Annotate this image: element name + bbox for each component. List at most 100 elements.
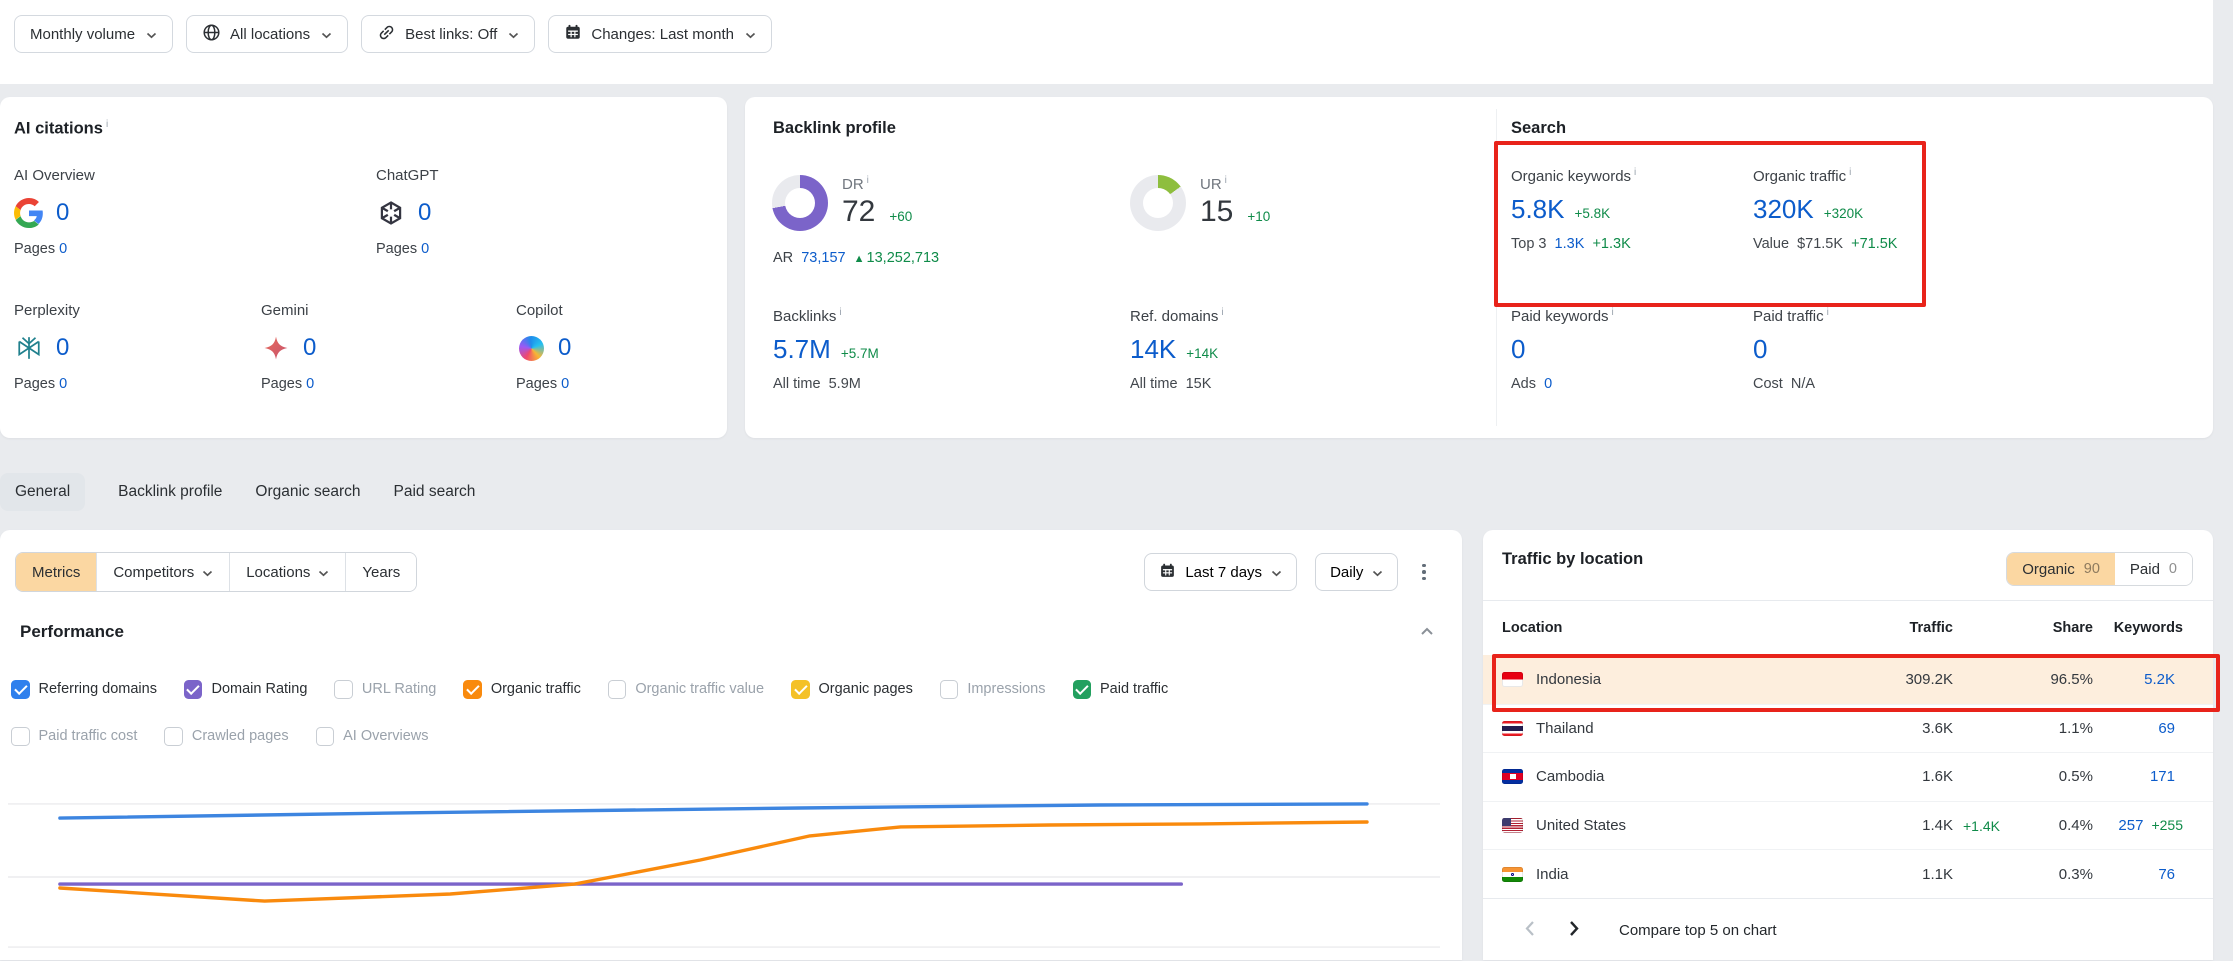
changes-dropdown[interactable]: Changes: Last month — [548, 15, 772, 53]
next-page-icon[interactable] — [1563, 914, 1585, 946]
best-links-label: Best links: Off — [405, 26, 497, 43]
globe-icon — [202, 23, 221, 46]
ai-citations-count[interactable]: 0 — [418, 199, 431, 227]
traffic-value-delta: +71.5K — [1851, 236, 1897, 252]
checkbox-icon — [184, 680, 203, 699]
metric-checkbox[interactable]: URL Rating — [334, 680, 436, 699]
tab-general[interactable]: General — [0, 473, 85, 511]
backlinks-value[interactable]: 5.7M — [773, 335, 831, 364]
toggle-organic[interactable]: Organic 90 — [2007, 553, 2115, 585]
metric-checkbox-label: Organic traffic — [491, 681, 581, 697]
tab-backlink-profile[interactable]: Backlink profile — [118, 473, 222, 511]
date-range-dropdown[interactable]: Last 7 days — [1144, 553, 1297, 591]
location-table-row[interactable]: Thailand 3.6K 1.1% 69 — [1483, 704, 2213, 753]
chevron-down-icon — [1271, 564, 1282, 581]
paid-keywords-value[interactable]: 0 — [1511, 335, 1525, 364]
metric-checkbox[interactable]: Organic traffic value — [608, 680, 764, 699]
pages-count[interactable]: 0 — [59, 241, 67, 257]
location-table-row[interactable]: United States 1.4K +1.4K 0.4% 257+255 — [1483, 801, 2213, 850]
traffic-value: 1.4K — [1857, 817, 1953, 834]
segment-metrics[interactable]: Metrics — [16, 553, 96, 591]
best-links-dropdown[interactable]: Best links: Off — [361, 15, 535, 53]
ai-citation-copilot: Copilot 0 Pages 0 — [516, 302, 736, 392]
ai-citations-count[interactable]: 0 — [558, 334, 571, 362]
segment-locations[interactable]: Locations — [229, 553, 345, 591]
location-name: United States — [1536, 817, 1626, 834]
metric-checkbox[interactable]: Crawled pages — [164, 727, 288, 746]
locations-label: All locations — [230, 26, 310, 43]
backlink-search-panel: Backlink profile DRi 72 +60 AR 73,157 ▲1… — [745, 97, 2213, 438]
ads-value[interactable]: 0 — [1544, 376, 1552, 392]
metric-checkbox-label: Organic pages — [819, 681, 913, 697]
gemini-icon — [261, 333, 291, 363]
paid-traffic-value[interactable]: 0 — [1753, 335, 1767, 364]
location-table-row[interactable]: Cambodia 1.6K 0.5% 171 — [1483, 752, 2213, 801]
metric-checkbox[interactable]: AI Overviews — [316, 727, 429, 746]
date-range-label: Last 7 days — [1185, 564, 1262, 581]
cost-label: Cost — [1753, 376, 1783, 392]
organic-traffic-value[interactable]: 320K — [1753, 195, 1814, 224]
ai-citations-count[interactable]: 0 — [56, 199, 69, 227]
ai-citations-count[interactable]: 0 — [303, 334, 316, 362]
prev-page-icon[interactable] — [1519, 914, 1541, 946]
pages-count[interactable]: 0 — [306, 376, 314, 392]
chart-mode-segmented-control: Metrics Competitors Locations Years — [15, 552, 417, 592]
metric-checkbox[interactable]: Domain Rating — [184, 680, 307, 699]
location-table-row[interactable]: Indonesia 309.2K 96.5% 5.2K — [1483, 655, 2213, 704]
pages-count[interactable]: 0 — [421, 241, 429, 257]
organic-traffic-delta: +320K — [1824, 206, 1863, 221]
kebab-menu-icon[interactable] — [1416, 558, 1432, 587]
segment-competitors[interactable]: Competitors — [96, 553, 229, 591]
checkbox-icon — [316, 727, 335, 746]
country-flag-icon — [1502, 721, 1523, 736]
pages-count[interactable]: 0 — [59, 376, 67, 392]
metric-checkbox[interactable]: Paid traffic — [1073, 680, 1169, 699]
metric-checkbox[interactable]: Paid traffic cost — [11, 727, 137, 746]
ads-label: Ads — [1511, 376, 1536, 392]
organic-keywords-value[interactable]: 5.8K — [1511, 195, 1565, 224]
metric-checkbox-label: Domain Rating — [211, 681, 307, 697]
ai-citations-count[interactable]: 0 — [56, 334, 69, 362]
location-table-row[interactable]: India 1.1K 0.3% 76 — [1483, 849, 2213, 898]
performance-line-chart — [0, 745, 1462, 960]
search-title: Search — [1511, 119, 1566, 138]
tab-paid-search[interactable]: Paid search — [394, 473, 476, 511]
info-icon: i — [1849, 167, 1851, 178]
keywords-delta: +255 — [2151, 817, 2183, 833]
changes-label: Changes: Last month — [591, 26, 734, 43]
keywords-link[interactable]: 171 — [2150, 768, 2175, 785]
pages-count[interactable]: 0 — [561, 376, 569, 392]
monthly-volume-label: Monthly volume — [30, 26, 135, 43]
keywords-link[interactable]: 69 — [2158, 720, 2175, 737]
segment-years[interactable]: Years — [345, 553, 416, 591]
keywords-link[interactable]: 76 — [2158, 866, 2175, 883]
metric-checkbox[interactable]: Organic traffic — [463, 680, 581, 699]
organic-traffic-label: Organic traffic — [1753, 168, 1846, 185]
ar-value[interactable]: 73,157 — [801, 250, 845, 266]
share-value: 1.1% — [2009, 720, 2093, 737]
locations-dropdown[interactable]: All locations — [186, 15, 348, 53]
granularity-dropdown[interactable]: Daily — [1315, 553, 1398, 591]
tab-organic-search[interactable]: Organic search — [255, 473, 360, 511]
ahrefs-rank-line: AR 73,157 ▲13,252,713 — [773, 250, 939, 266]
keywords-link[interactable]: 5.2K — [2144, 671, 2175, 688]
metric-checkbox[interactable]: Organic pages — [791, 680, 913, 699]
keywords-link[interactable]: 257 — [2118, 817, 2143, 834]
ref-domains-value[interactable]: 14K — [1130, 335, 1176, 364]
metric-checkbox-row-2: Paid traffic cost Crawled pages AI Overv… — [11, 727, 429, 746]
collapse-chevron-up-icon[interactable] — [1420, 624, 1434, 640]
compare-top5-button[interactable]: Compare top 5 on chart — [1619, 922, 1777, 939]
metric-checkbox[interactable]: Referring domains — [11, 680, 157, 699]
toggle-paid[interactable]: Paid 0 — [2115, 553, 2192, 585]
ur-label: UR — [1200, 176, 1222, 193]
dr-label: DR — [842, 176, 864, 193]
ai-source-label: Copilot — [516, 302, 736, 319]
checkbox-icon — [1073, 680, 1092, 699]
metric-checkbox[interactable]: Impressions — [940, 680, 1046, 699]
monthly-volume-dropdown[interactable]: Monthly volume — [14, 15, 173, 53]
metric-checkbox-label: URL Rating — [362, 681, 436, 697]
pages-label: Pages — [376, 241, 417, 257]
top3-value[interactable]: 1.3K — [1555, 236, 1585, 252]
chevron-down-icon — [508, 26, 519, 43]
location-table-body: Indonesia 309.2K 96.5% 5.2K Thailand 3.6… — [1483, 655, 2213, 898]
